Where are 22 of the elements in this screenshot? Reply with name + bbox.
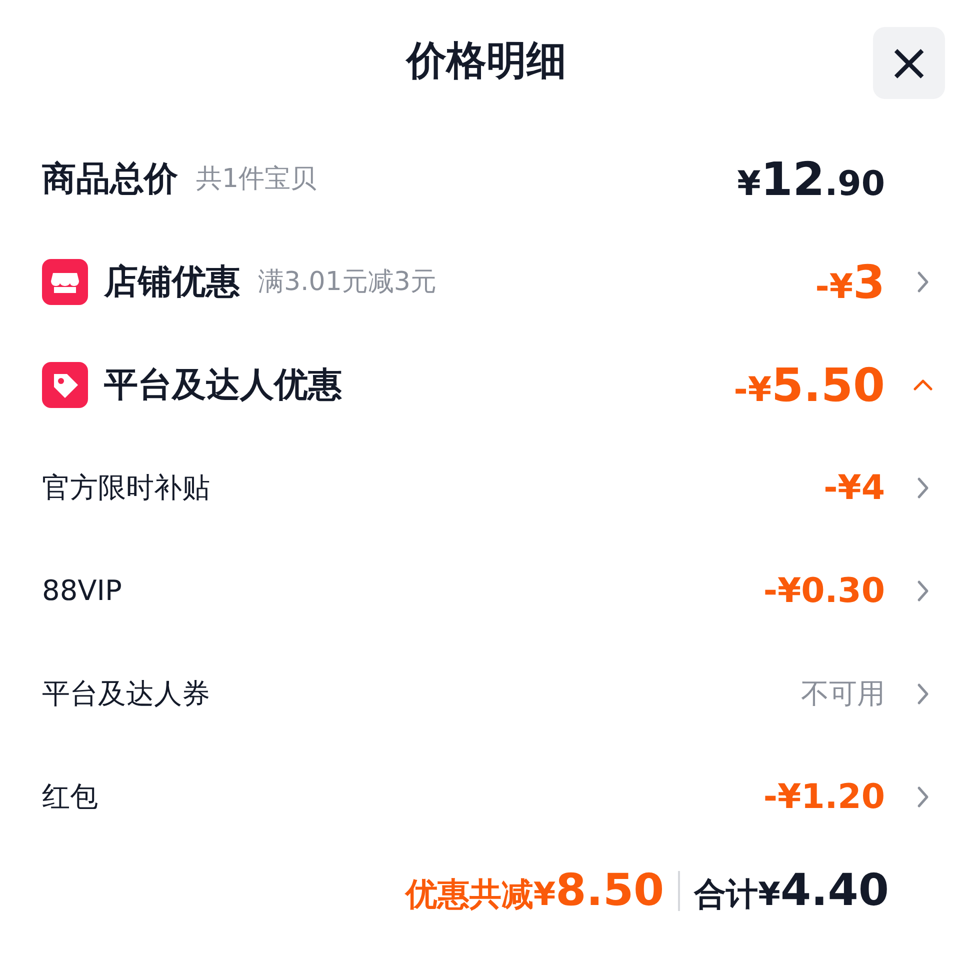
store-icon	[42, 258, 88, 304]
row-label: 商品总价	[42, 158, 178, 200]
row-label: 88VIP	[42, 574, 122, 607]
row-note: 共1件宝贝	[196, 163, 317, 196]
row-label: 店铺优惠	[104, 260, 240, 304]
row-label: 平台及达人券	[42, 676, 210, 712]
price-text: -¥1.20	[763, 776, 885, 816]
tag-icon	[42, 362, 88, 408]
price-text: -¥5.50	[734, 358, 885, 412]
price-text: ¥12.90	[737, 152, 885, 206]
grand-total: 合计¥4.40	[694, 865, 889, 917]
row-label: 官方限时补贴	[42, 470, 210, 506]
status-text: 不可用	[801, 676, 885, 712]
close-button[interactable]: ×	[873, 27, 945, 99]
row-note: 满3.01元减3元	[258, 266, 436, 299]
discount-total: 优惠共减¥8.50	[405, 865, 664, 917]
price-text: -¥4	[824, 468, 885, 508]
row-label: 平台及达人优惠	[104, 364, 342, 406]
price-text: -¥0.30	[763, 570, 885, 610]
dialog-title: 价格明细	[406, 37, 566, 86]
row-label: 红包	[42, 778, 98, 814]
price-text: -¥3	[815, 254, 885, 308]
